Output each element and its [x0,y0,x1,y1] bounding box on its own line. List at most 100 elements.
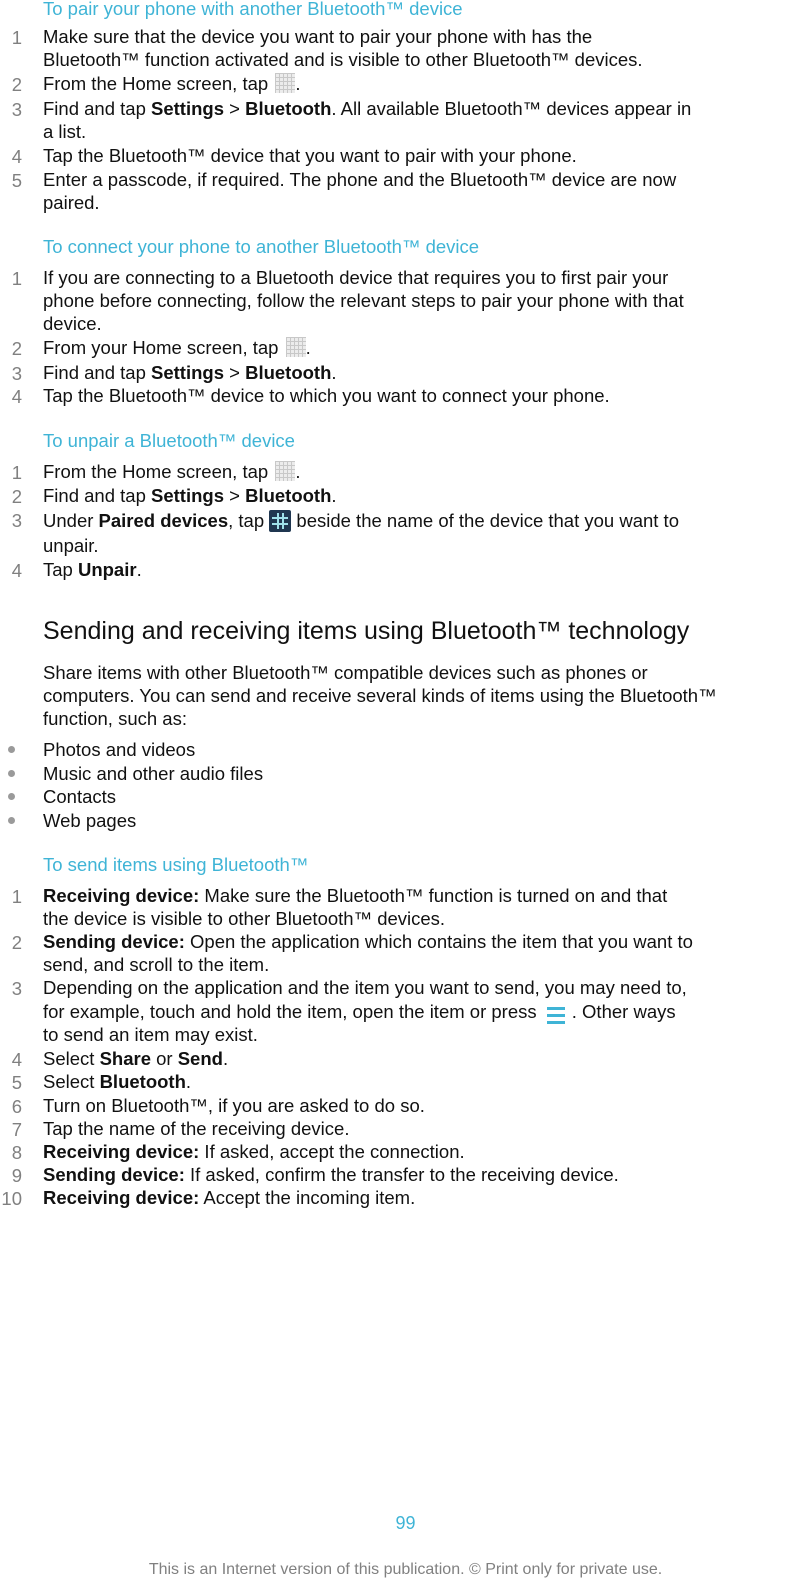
step-number: 2 [11,932,22,953]
step-number: 10 [1,1188,22,1209]
bullet-icon [8,746,15,753]
step-text: Accept the incoming item. [199,1187,416,1208]
step-text: , tap [228,510,270,531]
receiving-device-label: Receiving device: [43,1187,200,1208]
step-number: 4 [11,560,22,581]
bluetooth-label: Bluetooth [245,98,332,119]
receiving-device-label: Receiving device: [43,885,200,906]
step-text: or [150,1048,178,1069]
step-text: the device is visible to other Bluetooth… [43,908,446,929]
device-settings-icon [269,510,292,532]
step-text: > [223,362,246,383]
step-number: 1 [11,462,22,483]
section-title-unpair: To unpair a Bluetooth™ device [43,430,295,451]
step-text: . [185,1071,192,1092]
step-text: Make sure the Bluetooth™ function is tur… [199,885,668,906]
step-text: . Other ways [571,1001,676,1022]
receiving-device-label: Receiving device: [43,1141,200,1162]
step-text: beside the name of the device that you w… [291,510,679,531]
step-text: phone before connecting, follow the rele… [43,290,684,311]
step-text: If asked, accept the connection. [199,1141,465,1162]
settings-label: Settings [151,98,224,119]
footer-note: This is an Internet version of this publ… [148,1561,663,1578]
list-item-text: Contacts [43,786,117,807]
step-text: device. [43,313,102,334]
step-text: > [223,98,246,119]
step-text: If you are connecting to a Bluetooth dev… [43,267,669,288]
step-text: Open the application which contains the … [184,931,693,952]
step-number: 3 [11,510,22,531]
step-text: . All available Bluetooth™ devices appea… [331,98,692,119]
bluetooth-label: Bluetooth [99,1071,186,1092]
apps-grid-icon [275,73,296,93]
section-title-send: To send items using Bluetooth™ [43,854,309,875]
intro-text: computers. You can send and receive seve… [43,685,717,706]
step-number: 2 [11,486,22,507]
step-text: unpair. [43,535,99,556]
list-item-text: Music and other audio files [43,763,264,784]
page-number: 99 [395,1513,416,1533]
step-text: . [331,485,337,506]
step-number: 8 [11,1142,22,1163]
step-text: Find and tap [43,485,151,506]
step-number: 5 [11,170,22,191]
step-text: Tap the name of the receiving device. [43,1118,350,1139]
step-text: . [331,362,337,383]
step-text: Select [43,1071,100,1092]
step-text: Turn on Bluetooth™, if you are asked to … [43,1095,425,1116]
step-text: Tap the Bluetooth™ device that you want … [43,145,577,166]
section-title-connect: To connect your phone to another Bluetoo… [43,236,480,257]
step-number: 4 [11,386,22,407]
bullet-icon [8,770,15,777]
bluetooth-label: Bluetooth [245,362,332,383]
step-text: Bluetooth™ function activated and is vis… [43,49,643,70]
step-text: Tap the Bluetooth™ device to which you w… [43,385,610,406]
step-text: From your Home screen, tap [43,337,284,358]
step-text: If asked, confirm the transfer to the re… [184,1164,619,1185]
step-text: . [295,73,301,94]
step-text: . [295,461,301,482]
step-number: 3 [11,363,22,384]
step-number: 7 [11,1119,22,1140]
section-heading-sending: Sending and receiving items using Blueto… [43,617,690,645]
intro-text: Share items with other Bluetooth™ compat… [43,662,648,683]
step-text: a list. [43,121,87,142]
step-text: Enter a passcode, if required. The phone… [43,169,677,190]
step-number: 4 [11,146,22,167]
step-number: 4 [11,1049,22,1070]
settings-label: Settings [151,485,224,506]
settings-label: Settings [151,362,224,383]
intro-text: function, such as: [43,708,187,729]
apps-grid-icon [275,461,296,481]
step-text: From the Home screen, tap [43,73,274,94]
section-title-pair: To pair your phone with another Bluetoot… [43,0,463,19]
step-number: 5 [11,1072,22,1093]
step-text: Find and tap [43,362,151,383]
sending-device-label: Sending device: [43,931,185,952]
step-text: . [222,1048,229,1069]
bullet-icon [8,793,15,800]
share-label: Share [99,1048,151,1069]
bullet-icon [8,817,15,824]
step-text: > [223,485,246,506]
menu-icon [542,1005,572,1025]
step-text: Find and tap [43,98,151,119]
step-text: paired. [43,192,100,213]
step-number: 3 [11,99,22,120]
apps-grid-icon [285,337,306,357]
step-text: Select [43,1048,100,1069]
step-number: 1 [11,268,22,289]
step-number: 2 [11,74,22,95]
step-text: From the Home screen, tap [43,461,274,482]
step-text: send, and scroll to the item. [43,954,270,975]
list-item-text: Photos and videos [43,739,196,760]
sending-device-label: Sending device: [43,1164,185,1185]
step-text: . [136,559,142,580]
step-number: 1 [11,27,22,48]
step-number: 3 [11,978,22,999]
step-number: 6 [11,1096,22,1117]
step-number: 2 [11,338,22,359]
step-text: to send an item may exist. [43,1024,258,1045]
step-number: 1 [11,886,22,907]
step-number: 9 [11,1165,22,1186]
